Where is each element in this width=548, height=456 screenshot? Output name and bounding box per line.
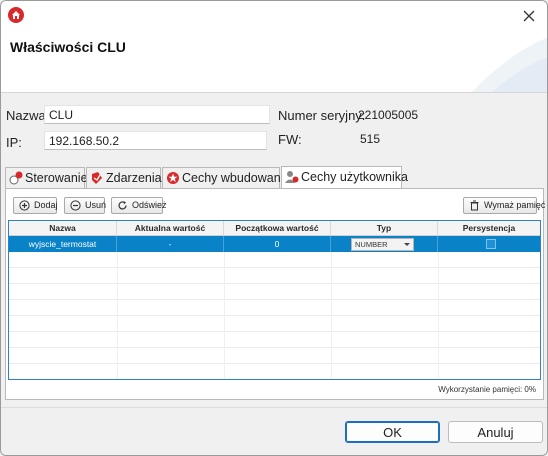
serial-value: 221005005 — [358, 108, 419, 122]
column-header-type[interactable]: Typ — [331, 221, 438, 236]
title-bar — [1, 1, 547, 31]
cell-name[interactable]: wyjscie_termostat — [9, 236, 117, 252]
column-divider — [117, 252, 118, 379]
remove-button[interactable]: Usuń — [64, 197, 107, 214]
tab-cechy-uzytkownika[interactable]: Cechy użytkownika — [281, 166, 408, 188]
add-label: Dodaj — [34, 200, 58, 210]
empty-row — [9, 364, 540, 379]
column-divider — [331, 252, 332, 379]
trash-icon — [469, 200, 480, 211]
column-header-current[interactable]: Aktualna wartość — [117, 221, 224, 236]
column-header-name[interactable]: Nazwa — [9, 221, 117, 236]
empty-row — [9, 252, 540, 268]
user-features-table: Nazwa Aktualna wartość Początkowa wartoś… — [8, 220, 541, 380]
tab-cechy-wbudowane[interactable]: Cechy wbudowane — [162, 167, 288, 188]
clear-memory-label: Wymaż pamięć — [484, 200, 546, 210]
cell-initial[interactable]: 0 — [224, 236, 331, 252]
dialog-title: Właściwości CLU — [10, 39, 126, 55]
refresh-icon — [117, 200, 128, 211]
ok-button[interactable]: OK — [345, 421, 440, 443]
tab-sterowanie[interactable]: Sterowanie — [5, 167, 88, 188]
name-field[interactable]: CLU — [44, 105, 270, 124]
events-icon — [90, 171, 104, 185]
close-icon[interactable] — [520, 7, 538, 25]
tab-label: Sterowanie — [25, 171, 88, 185]
clear-memory-button[interactable]: Wymaż pamięć — [463, 197, 545, 214]
type-select-value: NUMBER — [355, 240, 388, 249]
control-icon — [9, 171, 23, 185]
empty-row — [9, 316, 540, 332]
persistence-checkbox[interactable] — [486, 239, 496, 249]
user-features-icon — [285, 170, 299, 184]
star-icon — [166, 171, 180, 185]
cancel-button[interactable]: Anuluj — [448, 421, 543, 443]
remove-label: Usuń — [85, 200, 107, 210]
tab-label: Cechy wbudowane — [182, 171, 288, 185]
column-header-persistence[interactable]: Persystencja — [438, 221, 540, 236]
type-select[interactable]: NUMBER — [351, 238, 414, 251]
refresh-button[interactable]: Odśwież — [111, 197, 167, 214]
empty-row — [9, 284, 540, 300]
home-icon — [8, 7, 24, 23]
plus-icon — [19, 200, 30, 211]
tab-label: Zdarzenia — [106, 171, 162, 185]
ip-label: IP: — [6, 135, 22, 150]
dialog-footer: OK Anuluj — [1, 407, 547, 455]
empty-row — [9, 348, 540, 364]
refresh-label: Odśwież — [132, 200, 167, 210]
column-divider — [224, 252, 225, 379]
dialog-header: Właściwości CLU — [1, 31, 547, 93]
column-divider — [438, 252, 439, 379]
add-button[interactable]: Dodaj — [13, 197, 58, 214]
header-decoration — [471, 37, 547, 92]
memory-usage: Wykorzystanie pamięci: 0% — [438, 385, 536, 394]
tab-label: Cechy użytkownika — [301, 170, 408, 184]
properties-dialog: Właściwości CLU Nazwa: CLU Numer seryjny… — [0, 0, 548, 456]
user-features-panel: Dodaj Usuń Odśwież Wymaż pamięć Nazwa Ak… — [5, 188, 545, 400]
empty-row — [9, 332, 540, 348]
name-label: Nazwa: — [6, 108, 50, 123]
empty-row — [9, 268, 540, 284]
column-header-initial[interactable]: Początkowa wartość — [224, 221, 331, 236]
table-row[interactable]: wyjscie_termostat - 0 NUMBER — [9, 236, 540, 252]
fw-value: 515 — [360, 132, 381, 146]
minus-icon — [70, 200, 81, 211]
fw-label: FW: — [278, 132, 302, 147]
serial-label: Numer seryjny: — [278, 108, 366, 123]
ip-field[interactable]: 192.168.50.2 — [44, 131, 267, 150]
chevron-down-icon — [404, 243, 410, 246]
empty-row — [9, 300, 540, 316]
tab-zdarzenia[interactable]: Zdarzenia — [86, 167, 162, 188]
cell-current: - — [117, 236, 224, 252]
